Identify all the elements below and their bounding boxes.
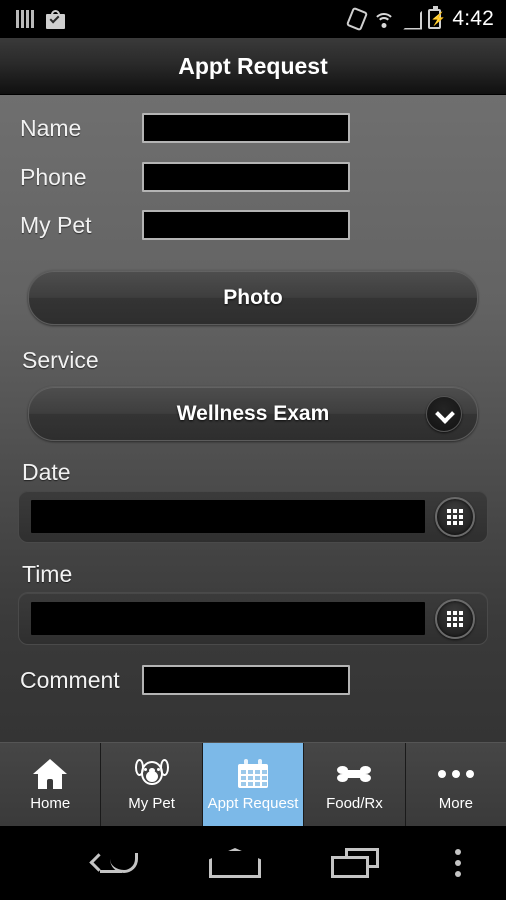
nav-home-button[interactable] xyxy=(175,848,295,878)
chevron-down-icon[interactable] xyxy=(426,395,462,432)
field-row-my-pet: My Pet xyxy=(0,210,506,240)
tab-more-label: More xyxy=(438,795,473,812)
calendar-icon xyxy=(237,757,269,791)
tab-my-pet[interactable]: My Pet xyxy=(101,743,203,826)
time-input[interactable] xyxy=(31,602,425,635)
tab-home-label: Home xyxy=(30,795,71,812)
page-title: Appt Request xyxy=(178,52,328,79)
signal-bars-icon xyxy=(16,10,34,28)
overflow-menu-icon xyxy=(455,849,461,877)
cellular-signal-icon xyxy=(403,11,420,28)
phone-screen: ⚡ 4:42 Appt Request Name Phone My Pet Ph… xyxy=(0,0,506,900)
home-icon xyxy=(33,757,68,791)
android-nav-bar xyxy=(0,826,506,900)
comment-input[interactable] xyxy=(142,665,350,695)
status-bar: ⚡ 4:42 xyxy=(0,0,506,38)
label-name: Name xyxy=(20,114,82,141)
time-picker-row xyxy=(18,592,488,645)
dog-icon xyxy=(134,757,169,791)
status-bar-clock: 4:42 xyxy=(452,7,494,30)
tab-appt-request[interactable]: Appt Request xyxy=(202,743,305,826)
bone-icon xyxy=(337,757,372,791)
recents-icon xyxy=(331,848,379,878)
title-bar: Appt Request xyxy=(0,38,506,95)
tab-bar: Home My Pet Appt Request Food/Rx More xyxy=(0,742,506,826)
nav-back-button[interactable] xyxy=(55,849,175,877)
label-date: Date xyxy=(22,459,71,485)
phone-input[interactable] xyxy=(142,162,350,192)
nav-overflow-button[interactable] xyxy=(428,849,488,877)
tab-home[interactable]: Home xyxy=(0,743,102,826)
label-comment: Comment xyxy=(20,666,120,693)
field-row-phone: Phone xyxy=(0,162,506,192)
service-select[interactable]: Wellness Exam xyxy=(28,386,478,441)
play-store-bag-icon xyxy=(46,9,65,29)
status-bar-left-icons xyxy=(0,9,65,29)
date-picker-row xyxy=(18,490,488,543)
service-select-value[interactable]: Wellness Exam xyxy=(28,386,478,441)
battery-charging-icon: ⚡ xyxy=(428,6,447,29)
wifi-icon xyxy=(373,11,396,28)
date-input[interactable] xyxy=(31,500,425,533)
label-my-pet: My Pet xyxy=(20,211,92,238)
tab-more[interactable]: More xyxy=(405,743,506,826)
my-pet-input[interactable] xyxy=(142,210,350,240)
name-input[interactable] xyxy=(142,113,350,143)
home-icon xyxy=(209,848,261,878)
time-keypad-icon[interactable] xyxy=(435,598,475,639)
label-service: Service xyxy=(22,347,99,373)
ellipsis-icon xyxy=(437,757,474,791)
vibrate-icon xyxy=(346,6,369,32)
label-phone: Phone xyxy=(20,163,87,190)
tab-my-pet-label: My Pet xyxy=(128,795,175,812)
nav-recents-button[interactable] xyxy=(295,848,415,878)
label-time: Time xyxy=(22,561,73,587)
field-row-name: Name xyxy=(0,113,506,143)
tab-food-rx-label: Food/Rx xyxy=(326,795,383,812)
tab-appt-request-label: Appt Request xyxy=(207,795,299,812)
status-bar-right-icons: ⚡ 4:42 xyxy=(346,6,506,32)
appointment-form: Name Phone My Pet Photo Service Wellness… xyxy=(0,95,506,742)
photo-button[interactable]: Photo xyxy=(28,270,478,325)
date-keypad-icon[interactable] xyxy=(435,496,475,537)
field-row-comment: Comment xyxy=(0,665,506,695)
tab-food-rx[interactable]: Food/Rx xyxy=(304,743,406,826)
back-icon xyxy=(89,849,138,877)
